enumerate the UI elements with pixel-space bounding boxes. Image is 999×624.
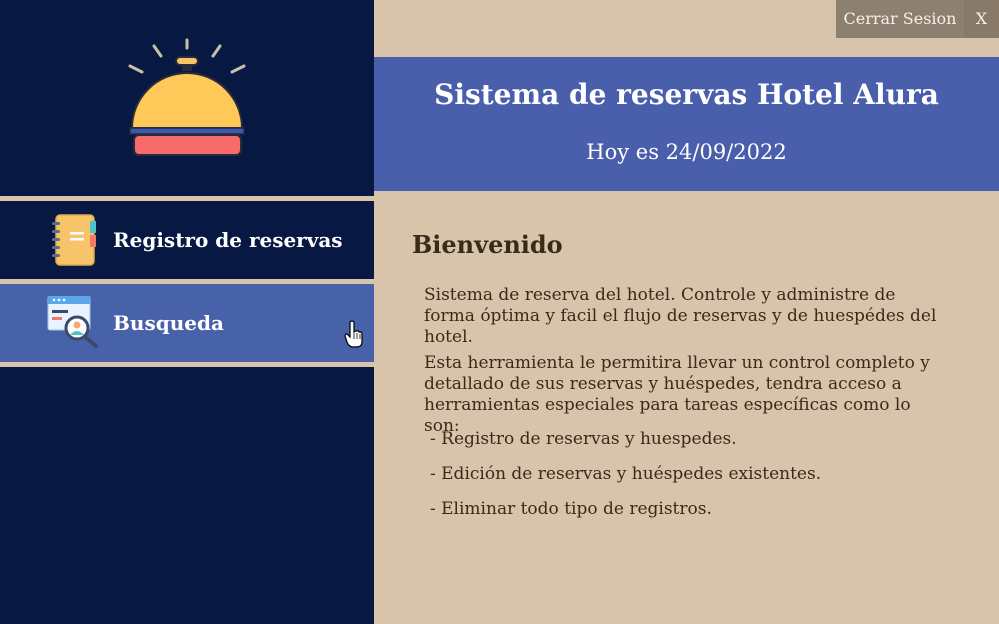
sidebar-item-registro[interactable]: Registro de reservas — [0, 201, 374, 279]
header-banner: Sistema de reservas Hotel Alura Hoy es 2… — [374, 57, 999, 191]
search-person-icon — [46, 295, 100, 350]
feature-item: - Edición de reservas y huéspedes existe… — [430, 464, 822, 484]
description-paragraph: Sistema de reserva del hotel. Controle y… — [424, 285, 937, 347]
sidebar: Registro de reservas Busqueda — [0, 0, 374, 624]
page-title: Sistema de reservas Hotel Alura — [434, 78, 939, 111]
feature-item: - Eliminar todo tipo de registros. — [430, 499, 712, 519]
date-label: Hoy es 24/09/2022 — [586, 140, 787, 164]
description-paragraph: Esta herramienta le permitira llevar un … — [424, 353, 930, 436]
hand-cursor-icon — [344, 320, 364, 348]
welcome-panel: Bienvenido Sistema de reserva del hotel.… — [374, 191, 999, 624]
sidebar-item-busqueda[interactable]: Busqueda — [0, 284, 374, 362]
sidebar-item-label: Busqueda — [113, 311, 224, 335]
bell-icon — [120, 36, 252, 162]
notebook-icon — [46, 213, 100, 267]
logout-button[interactable]: Cerrar Sesion — [836, 0, 964, 38]
welcome-heading: Bienvenido — [412, 230, 563, 259]
divider — [0, 362, 374, 367]
close-button[interactable]: X — [964, 0, 999, 38]
feature-item: - Registro de reservas y huespedes. — [430, 429, 737, 449]
sidebar-item-label: Registro de reservas — [113, 228, 343, 252]
